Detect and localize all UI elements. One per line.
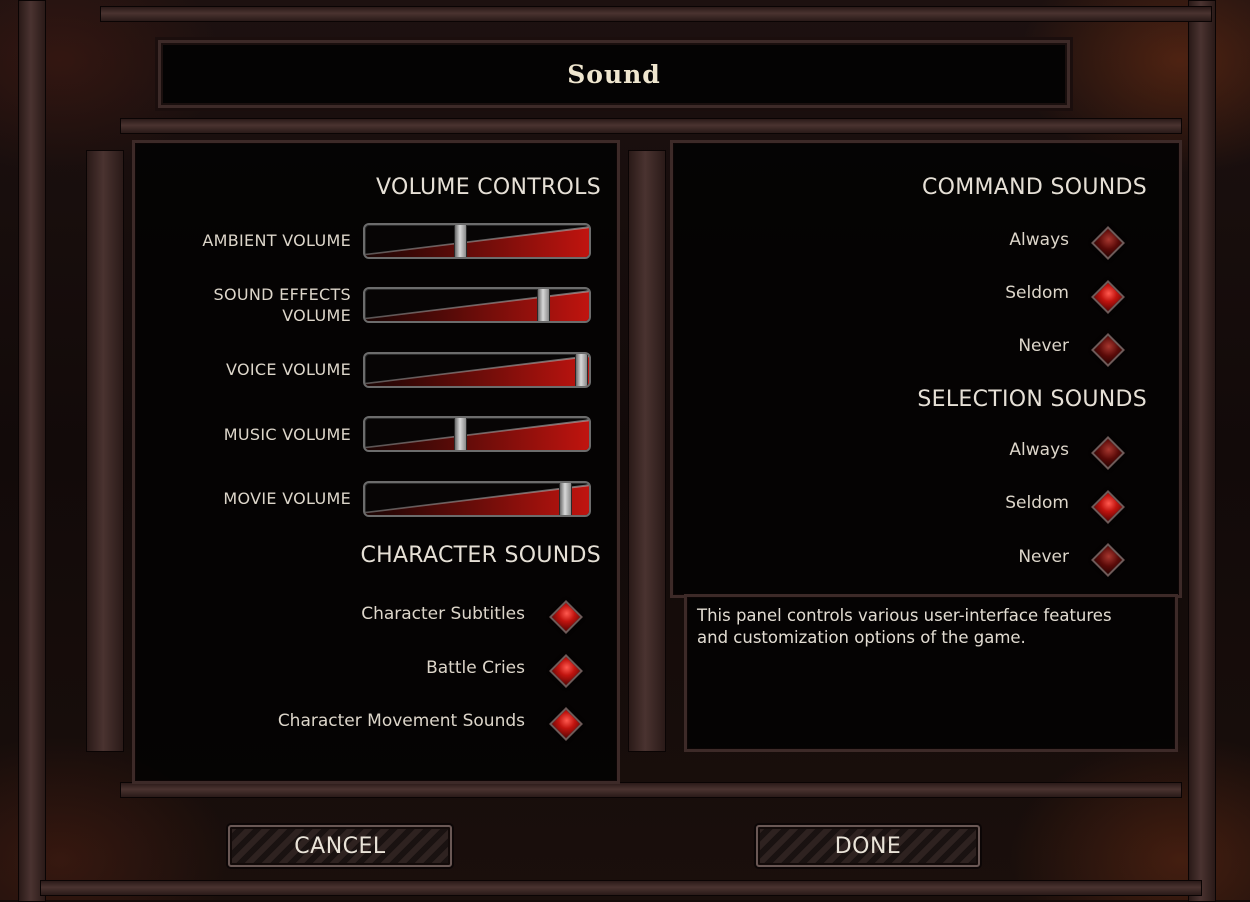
character-subtitles-checkbox[interactable] bbox=[548, 599, 583, 634]
sound-effects-volume-slider[interactable] bbox=[363, 287, 591, 323]
movie-volume-slider[interactable] bbox=[363, 481, 591, 517]
selection-never-radio[interactable] bbox=[1090, 542, 1125, 577]
voice-volume-label: VOICE VOLUME bbox=[226, 360, 351, 379]
slider-handle[interactable] bbox=[454, 418, 468, 450]
cancel-button[interactable]: CANCEL bbox=[228, 825, 452, 867]
selection-sounds-heading: SELECTION SOUNDS bbox=[917, 387, 1147, 412]
command-seldom-label: Seldom bbox=[1005, 283, 1069, 303]
red-gem-icon bbox=[1091, 490, 1125, 524]
frame-left-inner-pillar bbox=[86, 150, 124, 752]
frame-bottom-bar bbox=[40, 880, 1202, 896]
volume-controls-heading: VOLUME CONTROLS bbox=[375, 175, 601, 200]
red-gem-icon bbox=[1091, 280, 1125, 314]
character-sounds-heading: CHARACTER SOUNDS bbox=[360, 543, 601, 568]
frame-top-bar bbox=[100, 6, 1212, 22]
selection-always-label: Always bbox=[1009, 440, 1069, 460]
title-bar: Sound bbox=[158, 40, 1070, 108]
selection-always-radio[interactable] bbox=[1090, 435, 1125, 470]
command-never-radio[interactable] bbox=[1090, 332, 1125, 367]
ambient-volume-label: AMBIENT VOLUME bbox=[202, 231, 351, 250]
frame-center-pillar bbox=[628, 150, 666, 752]
frame-right-pillar bbox=[1188, 0, 1216, 902]
description-text: This panel controls various user-interfa… bbox=[697, 606, 1112, 647]
frame-lower-bar bbox=[120, 782, 1182, 798]
slider-handle[interactable] bbox=[575, 354, 589, 386]
selection-seldom-label: Seldom bbox=[1005, 493, 1069, 513]
slider-handle[interactable] bbox=[536, 289, 550, 321]
music-volume-slider[interactable] bbox=[363, 416, 591, 452]
battle-cries-checkbox[interactable] bbox=[548, 653, 583, 688]
character-movement-sounds-checkbox[interactable] bbox=[548, 706, 583, 741]
character-movement-sounds-label: Character Movement Sounds bbox=[277, 711, 525, 731]
music-volume-label: MUSIC VOLUME bbox=[223, 425, 351, 444]
red-gem-icon bbox=[1091, 543, 1125, 577]
red-gem-icon bbox=[549, 707, 583, 741]
command-sounds-heading: COMMAND SOUNDS bbox=[921, 175, 1147, 200]
description-panel: This panel controls various user-interfa… bbox=[684, 594, 1178, 752]
command-seldom-radio[interactable] bbox=[1090, 279, 1125, 314]
command-always-label: Always bbox=[1009, 230, 1069, 250]
red-gem-icon bbox=[1091, 333, 1125, 367]
voice-volume-slider[interactable] bbox=[363, 352, 591, 388]
ambient-volume-slider[interactable] bbox=[363, 223, 591, 259]
red-gem-icon bbox=[549, 600, 583, 634]
red-gem-icon bbox=[1091, 226, 1125, 260]
battle-cries-label: Battle Cries bbox=[426, 658, 525, 678]
slider-handle[interactable] bbox=[559, 483, 573, 515]
left-panel: VOLUME CONTROLS AMBIENT VOLUME SOUND EFF… bbox=[132, 140, 620, 784]
sound-effects-volume-label-line1: SOUND EFFECTS bbox=[213, 285, 351, 304]
sound-options-screen: Sound VOLUME CONTROLS AMBIENT VOLUME SOU… bbox=[0, 0, 1250, 902]
command-always-radio[interactable] bbox=[1090, 225, 1125, 260]
red-gem-icon bbox=[549, 654, 583, 688]
command-never-label: Never bbox=[1018, 336, 1069, 356]
frame-upper-bar bbox=[120, 118, 1182, 134]
sound-effects-volume-label-line2: VOLUME bbox=[282, 306, 351, 325]
right-panel: COMMAND SOUNDS Always Seldom Never SELEC… bbox=[670, 140, 1182, 598]
movie-volume-label: MOVIE VOLUME bbox=[223, 489, 351, 508]
frame-left-pillar bbox=[18, 0, 46, 902]
slider-handle[interactable] bbox=[454, 225, 468, 257]
window-title: Sound bbox=[567, 59, 661, 89]
red-gem-icon bbox=[1091, 436, 1125, 470]
selection-never-label: Never bbox=[1018, 547, 1069, 567]
character-subtitles-label: Character Subtitles bbox=[361, 604, 525, 624]
done-button[interactable]: DONE bbox=[756, 825, 980, 867]
selection-seldom-radio[interactable] bbox=[1090, 489, 1125, 524]
